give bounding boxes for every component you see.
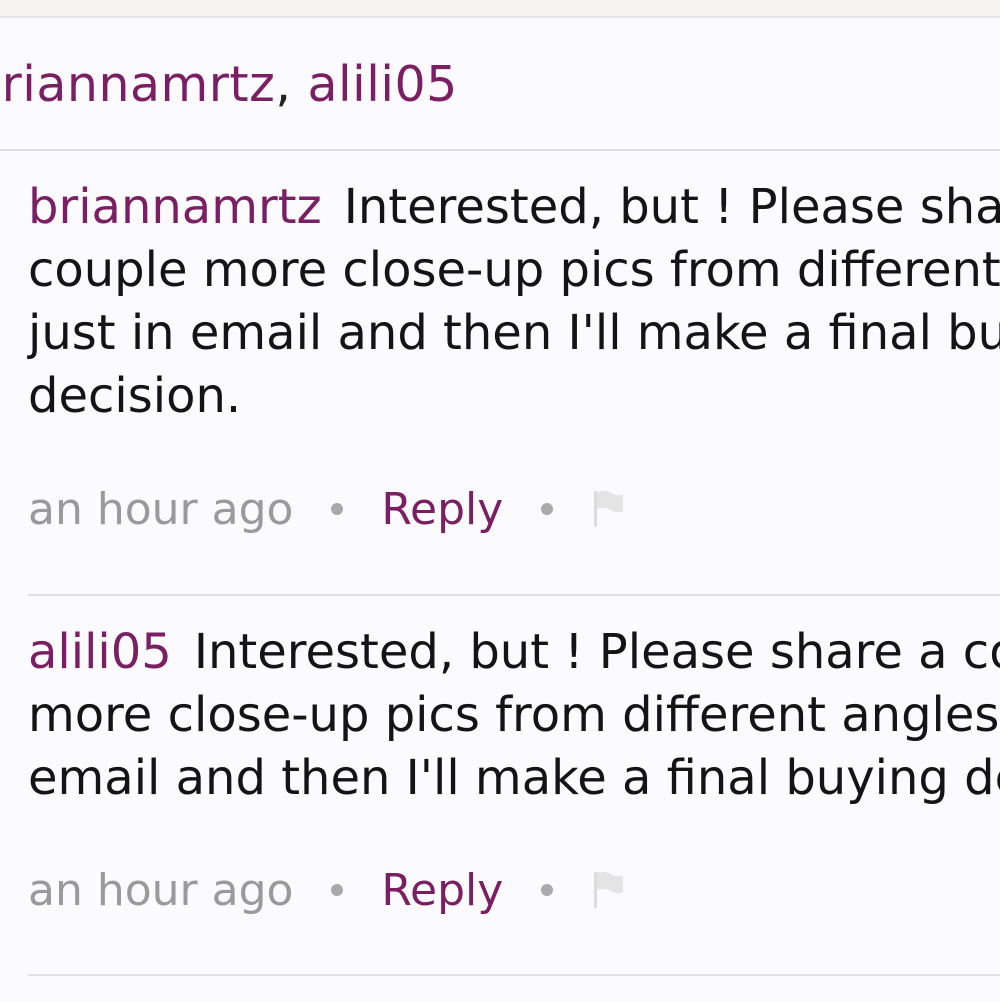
- separator-dot: [331, 503, 344, 515]
- divider: [0, 149, 1000, 151]
- liker-separator: ,: [275, 56, 308, 113]
- comment-text: couple more close-up pics from different…: [28, 242, 1000, 298]
- comment-meta: an hour ago Reply: [28, 479, 625, 539]
- comment-timestamp: an hour ago: [28, 483, 294, 535]
- flag-icon[interactable]: [591, 870, 625, 910]
- liker-link[interactable]: alili05: [308, 56, 458, 113]
- comment: alili05 Interested, but ! Please share a …: [28, 621, 1000, 810]
- comment-username[interactable]: briannamrtz: [28, 179, 322, 235]
- comment-meta: an hour ago Reply: [28, 860, 625, 920]
- separator-dot: [541, 884, 554, 896]
- separator-dot: [331, 884, 344, 896]
- comment-timestamp: an hour ago: [28, 864, 294, 916]
- comment: briannamrtz Interested, but ! Please shar…: [28, 176, 1000, 428]
- reply-button[interactable]: Reply: [381, 865, 503, 916]
- comment-text: decision.: [28, 368, 242, 424]
- reply-button[interactable]: Reply: [381, 484, 503, 535]
- divider: [28, 594, 1000, 596]
- flag-icon[interactable]: [591, 489, 625, 529]
- comment-username[interactable]: alili05: [28, 624, 172, 680]
- liker-link[interactable]: briannamrtz: [0, 56, 275, 113]
- comment-line: alili05 Interested, but ! Please share a …: [28, 621, 1000, 684]
- comment-text: Interested, but ! Please share a: [343, 179, 1000, 235]
- comment-line: briannamrtz Interested, but ! Please shar…: [28, 176, 1000, 239]
- divider: [28, 974, 1000, 976]
- comment-text: more close-up pics from different angles…: [28, 687, 1000, 743]
- separator-dot: [541, 503, 554, 515]
- comment-text: Interested, but ! Please share a couple: [193, 624, 1000, 680]
- likers-list: briannamrtz, alili05: [0, 56, 458, 113]
- comments-panel: briannamrtz, alili05 briannamrtz Interest…: [0, 16, 1000, 1002]
- comment-text: just in email and then I'll make a final…: [28, 305, 1000, 361]
- comment-text: email and then I'll make a final buying …: [28, 750, 1000, 806]
